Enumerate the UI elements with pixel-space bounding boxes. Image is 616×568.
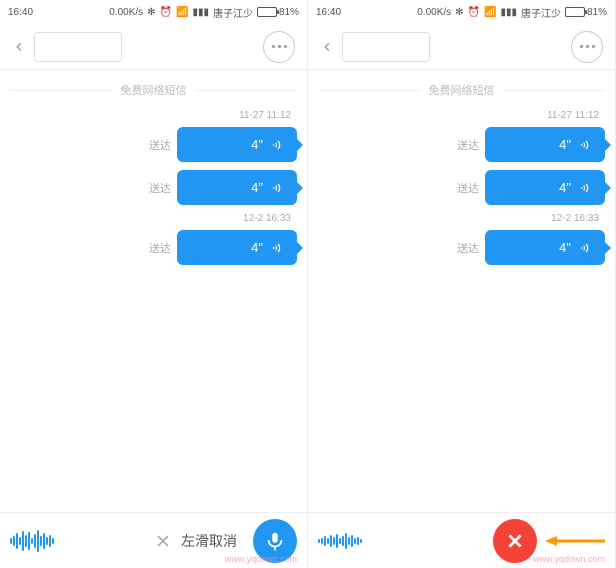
- back-icon[interactable]: [12, 40, 26, 54]
- signal-icon: ▮▮▮: [500, 7, 517, 18]
- message-row: 送达 4": [318, 230, 605, 265]
- message-row: 送达 4": [318, 170, 605, 205]
- sound-icon: [579, 181, 593, 195]
- statusbar: 16:40 0.00K/s ✻ ⏰ 📶 ▮▮▮ 唐子江少 81%: [0, 0, 307, 24]
- voice-duration: 4": [559, 240, 571, 255]
- voice-duration: 4": [251, 180, 263, 195]
- message-row: 送达 4": [10, 127, 297, 162]
- voice-duration: 4": [559, 180, 571, 195]
- voice-duration: 4": [559, 137, 571, 152]
- input-toolbar: 左滑取消: [0, 512, 307, 568]
- battery: 81%: [257, 7, 299, 18]
- chat-header: [308, 24, 615, 70]
- sound-icon: [271, 181, 285, 195]
- voice-bubble[interactable]: 4": [485, 230, 605, 265]
- sound-icon: [579, 138, 593, 152]
- delivery-status: 送达: [149, 240, 171, 256]
- input-toolbar: [308, 512, 615, 568]
- signal-icon: ▮▮▮: [192, 7, 209, 18]
- voice-duration: 4": [251, 137, 263, 152]
- wifi-icon: 📶: [484, 7, 496, 18]
- conversation: 免费网络短信 11-27 11:12 送达 4" 送达 4" 12-2 16:3…: [0, 70, 307, 512]
- delivery-status: 送达: [149, 137, 171, 153]
- swipe-hint: 左滑取消: [181, 531, 237, 551]
- waveform-icon: [10, 529, 70, 553]
- close-icon[interactable]: [153, 531, 173, 551]
- message-row: 送达 4": [10, 230, 297, 265]
- conversation: 免费网络短信 11-27 11:12 送达 4" 送达 4" 12-2 16:3…: [308, 70, 615, 512]
- voice-bubble[interactable]: 4": [485, 127, 605, 162]
- timestamp: 11-27 11:12: [10, 110, 291, 121]
- voice-bubble[interactable]: 4": [485, 170, 605, 205]
- bluetooth-icon: ✻: [455, 7, 463, 18]
- clock: 16:40: [8, 7, 33, 18]
- alarm-icon: ⏰: [468, 7, 480, 18]
- sound-icon: [271, 138, 285, 152]
- more-button[interactable]: [571, 31, 603, 63]
- arrow-left-icon: [545, 535, 605, 547]
- carrier: 唐子江少: [521, 5, 561, 20]
- battery: 81%: [565, 7, 607, 18]
- waveform-icon: [318, 529, 378, 553]
- bluetooth-icon: ✻: [147, 7, 155, 18]
- record-button[interactable]: [253, 519, 297, 563]
- message-row: 送达 4": [10, 170, 297, 205]
- phone-left: 16:40 0.00K/s ✻ ⏰ 📶 ▮▮▮ 唐子江少 81% 免费网络短信 …: [0, 0, 308, 568]
- timestamp: 12-2 16:33: [318, 213, 599, 224]
- section-divider: 免费网络短信: [318, 82, 605, 98]
- net-speed: 0.00K/s: [109, 7, 143, 18]
- delivery-status: 送达: [457, 137, 479, 153]
- carrier: 唐子江少: [213, 5, 253, 20]
- contact-name[interactable]: [342, 32, 430, 62]
- chat-header: [0, 24, 307, 70]
- cancel-record-button[interactable]: [493, 519, 537, 563]
- timestamp: 11-27 11:12: [318, 110, 599, 121]
- voice-duration: 4": [251, 240, 263, 255]
- phone-right: 16:40 0.00K/s ✻ ⏰ 📶 ▮▮▮ 唐子江少 81% 免费网络短信 …: [308, 0, 616, 568]
- contact-name[interactable]: [34, 32, 122, 62]
- voice-bubble[interactable]: 4": [177, 170, 297, 205]
- voice-bubble[interactable]: 4": [177, 127, 297, 162]
- delivery-status: 送达: [457, 240, 479, 256]
- timestamp: 12-2 16:33: [10, 213, 291, 224]
- clock: 16:40: [316, 7, 341, 18]
- sound-icon: [579, 241, 593, 255]
- message-row: 送达 4": [318, 127, 605, 162]
- delivery-status: 送达: [149, 180, 171, 196]
- voice-bubble[interactable]: 4": [177, 230, 297, 265]
- statusbar: 16:40 0.00K/s ✻ ⏰ 📶 ▮▮▮ 唐子江少 81%: [308, 0, 615, 24]
- wifi-icon: 📶: [176, 7, 188, 18]
- back-icon[interactable]: [320, 40, 334, 54]
- delivery-status: 送达: [457, 180, 479, 196]
- net-speed: 0.00K/s: [417, 7, 451, 18]
- close-icon: [504, 530, 526, 552]
- more-button[interactable]: [263, 31, 295, 63]
- section-divider: 免费网络短信: [10, 82, 297, 98]
- sound-icon: [271, 241, 285, 255]
- alarm-icon: ⏰: [160, 7, 172, 18]
- mic-icon: [264, 530, 286, 552]
